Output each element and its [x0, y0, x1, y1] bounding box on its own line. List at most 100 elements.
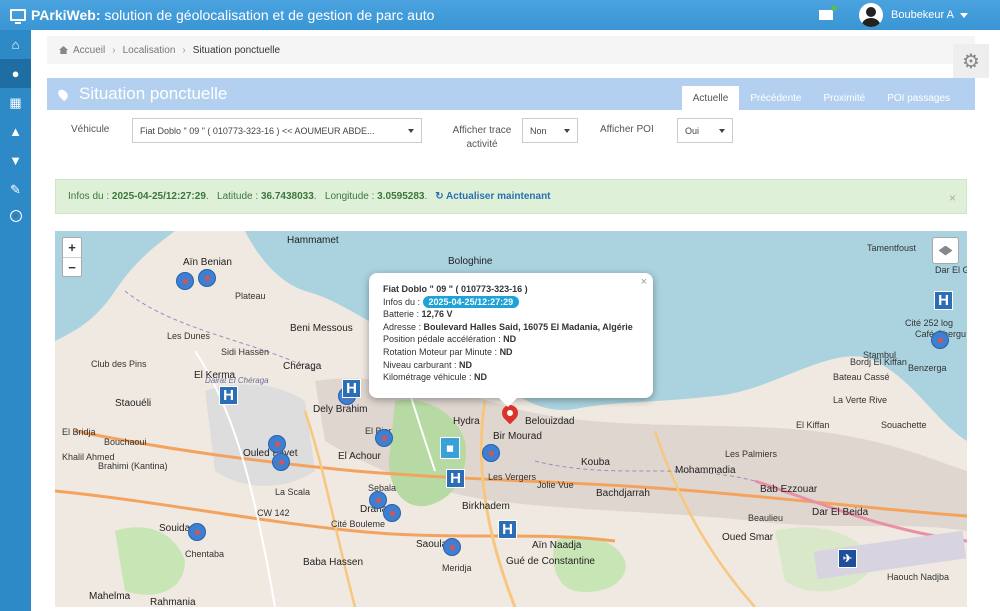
- trace-select[interactable]: Non: [522, 118, 578, 143]
- popup-vehicle-title: Fiat Doblo " 09 " ( 010773-323-16 ): [383, 284, 528, 294]
- close-icon[interactable]: ×: [949, 191, 956, 205]
- info-prefix: Infos du :: [68, 191, 112, 202]
- wrench-icon: ✎: [10, 181, 21, 197]
- map-view[interactable]: + − Hammamet Bologhine Aïn Benian Platea…: [55, 231, 967, 607]
- hospital-icon[interactable]: H: [446, 469, 465, 488]
- username[interactable]: Boubekeur A: [891, 9, 954, 21]
- zoom-out-button[interactable]: −: [63, 257, 81, 276]
- user-menu-caret-icon[interactable]: [960, 12, 968, 18]
- map-label: Dar El Beida: [812, 507, 869, 518]
- popup-rpm-value: ND: [499, 346, 513, 357]
- map-label: CW 142: [257, 508, 290, 518]
- map-label: Club des Pins: [91, 359, 147, 369]
- map-label: Gué de Constantine: [506, 556, 595, 567]
- hospital-icon[interactable]: H: [934, 291, 953, 310]
- airport-icon[interactable]: ✈: [838, 549, 857, 568]
- poi-icon[interactable]: ◼: [440, 437, 460, 459]
- tab-poi-passages[interactable]: POI passages: [876, 86, 961, 110]
- poi-label: Afficher POI: [600, 124, 654, 135]
- map-label: El Achour: [338, 451, 381, 462]
- vehicle-marker-icon[interactable]: [482, 444, 500, 462]
- page-title: Situation ponctuelle: [79, 84, 228, 103]
- longitude-label: Longitude :: [324, 191, 378, 202]
- map-label: Dar El Gh: [935, 265, 967, 275]
- vehicle-select[interactable]: Fiat Doblo " 09 " ( 010773-323-16 ) << A…: [132, 118, 422, 143]
- sidebar-item-localisation[interactable]: ●: [0, 59, 31, 88]
- map-label: Cité Bouleme: [331, 519, 386, 529]
- layers-icon[interactable]: [932, 237, 959, 264]
- popup-km-value: ND: [474, 372, 488, 383]
- map-label: Aïn Benian: [183, 257, 232, 268]
- map-label: La Verte Rive: [833, 395, 888, 405]
- brand[interactable]: PArkiWeb: solution de géolocalisation et…: [0, 7, 434, 24]
- sidebar-item-road[interactable]: ▲: [0, 117, 31, 146]
- map-label: El Kiffan: [796, 420, 830, 430]
- vehicle-marker-icon[interactable]: [198, 269, 216, 287]
- vehicle-marker-icon[interactable]: [383, 504, 401, 522]
- sidebar: ⌂ ● ▦ ▲ ▼ ✎ »: [0, 30, 31, 611]
- vehicle-label: Véhicule: [71, 124, 110, 135]
- map-label: Brahimi (Kantina): [98, 461, 168, 471]
- map-label: Les Palmiers: [725, 449, 778, 459]
- road-icon: ▲: [9, 124, 22, 139]
- popup-address-value: Boulevard Halles Said, 16075 El Madania,…: [423, 321, 633, 332]
- tab-actuelle[interactable]: Actuelle: [681, 86, 740, 110]
- map-label: Bologhine: [448, 256, 493, 267]
- vehicle-marker-icon[interactable]: [931, 331, 949, 349]
- map-marker-icon: [56, 87, 70, 101]
- map-label: Chentaba: [185, 549, 225, 559]
- popup-battery-value: 12,76 V: [421, 309, 453, 320]
- latitude-value: 36.7438033: [260, 191, 314, 202]
- monitor-icon: [10, 9, 26, 24]
- vehicle-marker-icon[interactable]: [443, 538, 461, 556]
- map-label: Benzerga: [908, 363, 947, 373]
- breadcrumb-current: Situation ponctuelle: [192, 44, 281, 56]
- home-icon: [59, 46, 68, 54]
- panel-header: Situation ponctuelle Actuelle Précédente…: [47, 78, 975, 110]
- tab-proximite[interactable]: Proximité: [813, 86, 877, 110]
- popup-battery-label: Batterie :: [383, 309, 422, 320]
- refresh-label: Actualiser maintenant: [446, 191, 551, 202]
- vehicle-marker-icon[interactable]: [176, 272, 194, 290]
- popup-pedal-label: Position pédale accélération :: [383, 334, 504, 345]
- map-label: Stambul: [863, 350, 897, 360]
- poi-select[interactable]: Oui: [677, 118, 733, 143]
- map-label: Sidi Hassen: [221, 347, 270, 357]
- sidebar-item-filter[interactable]: ▼: [0, 146, 31, 175]
- filter-form: Véhicule Fiat Doblo " 09 " ( 010773-323-…: [47, 110, 975, 175]
- map-label: Hydra: [453, 416, 480, 427]
- hospital-icon[interactable]: H: [342, 379, 361, 398]
- map-marker-icon: ●: [11, 66, 20, 81]
- poi-select-value: Oui: [685, 125, 700, 136]
- popup-close-icon[interactable]: ×: [641, 276, 647, 289]
- tab-precedente[interactable]: Précédente: [739, 86, 812, 110]
- chevron-down-icon: [719, 129, 725, 133]
- hospital-icon[interactable]: H: [498, 520, 517, 539]
- refresh-link[interactable]: ↻ Actualiser maintenant: [435, 191, 550, 202]
- user-avatar-icon[interactable]: [859, 3, 883, 27]
- breadcrumb-localisation[interactable]: Localisation: [123, 45, 176, 56]
- vehicle-marker-icon[interactable]: [375, 429, 393, 447]
- popup-rpm-label: Rotation Moteur par Minute :: [383, 346, 500, 357]
- sidebar-item-settings[interactable]: ✎: [0, 175, 31, 204]
- map-label: Birkhadem: [462, 501, 510, 512]
- zoom-in-button[interactable]: +: [63, 238, 81, 257]
- vehicle-marker-icon[interactable]: [188, 523, 206, 541]
- vehicle-marker-icon[interactable]: [268, 435, 286, 453]
- map-label: Bateau Cassé: [833, 372, 890, 382]
- vehicle-marker-icon[interactable]: [272, 453, 290, 471]
- map-label: Bir Mourad: [493, 431, 542, 442]
- latitude-label: Latitude :: [217, 191, 261, 202]
- map-label: Hammamet: [287, 235, 339, 246]
- map-label: Beni Messous: [290, 323, 353, 334]
- longitude-value: 3.0595283: [377, 191, 425, 202]
- mail-icon[interactable]: [819, 5, 837, 20]
- sidebar-item-calendar[interactable]: ▦: [0, 88, 31, 117]
- settings-gear-icon[interactable]: ⚙: [953, 44, 989, 78]
- sidebar-item-home[interactable]: ⌂: [0, 30, 31, 59]
- sidebar-toggle-icon[interactable]: »: [9, 210, 22, 222]
- map-label: Bouchaoui: [104, 437, 147, 447]
- hospital-icon[interactable]: H: [219, 386, 238, 405]
- breadcrumb-home[interactable]: Accueil: [73, 45, 105, 56]
- breadcrumb: Accueil › Localisation › Situation ponct…: [47, 36, 975, 64]
